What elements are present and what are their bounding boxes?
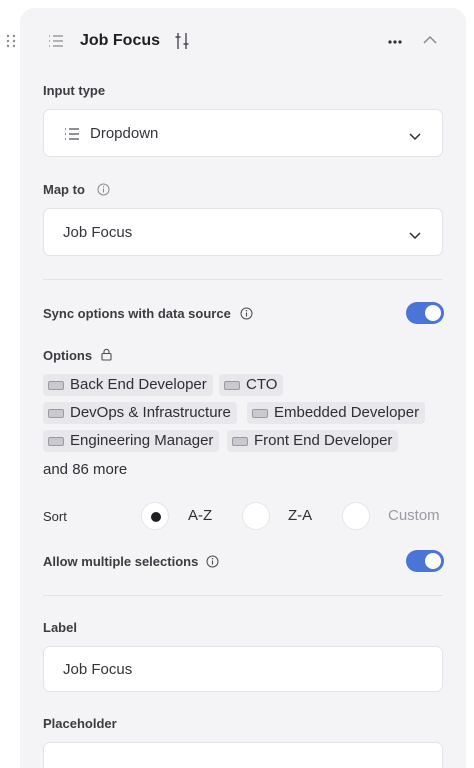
sort-option-label: A-Z (188, 507, 213, 524)
options-label: Options (43, 348, 93, 363)
toggle-knob (425, 305, 441, 321)
more-horizontal-icon[interactable] (386, 35, 404, 47)
list-icon (48, 34, 64, 48)
panel-title: Job Focus (80, 32, 161, 49)
label-input-value: Job Focus (63, 661, 133, 678)
lock-icon (100, 348, 113, 361)
keyboard-icon (252, 408, 268, 418)
keyboard-icon (224, 380, 240, 390)
input-type-value: Dropdown (90, 125, 159, 142)
chevron-down-icon (408, 128, 422, 141)
keyboard-icon (232, 436, 248, 446)
sort-label: Sort (43, 509, 67, 524)
keyboard-icon (48, 380, 64, 390)
tune-icon[interactable] (174, 32, 190, 50)
info-icon[interactable] (97, 183, 110, 196)
sync-options-label: Sync options with data source (43, 306, 231, 321)
info-icon[interactable] (240, 307, 253, 320)
sort-option-label: Custom (388, 507, 440, 524)
placeholder-input[interactable] (43, 742, 443, 768)
sort-radio-za[interactable] (242, 502, 270, 530)
list-icon (64, 127, 80, 141)
keyboard-icon (48, 408, 64, 418)
option-chip: Back End Developer (43, 374, 213, 396)
radio-selected-dot (151, 512, 161, 522)
sort-option-label: Z-A (288, 507, 313, 524)
map-to-label: Map to (43, 182, 85, 197)
option-chip: Front End Developer (227, 430, 399, 452)
keyboard-icon (48, 436, 64, 446)
allow-multiple-label: Allow multiple selections (43, 554, 199, 569)
option-chip: CTO (219, 374, 284, 396)
more-options-link[interactable]: and 86 more (43, 460, 127, 480)
divider (43, 279, 443, 280)
option-chip: Engineering Manager (43, 430, 220, 452)
sort-radio-custom[interactable] (342, 502, 370, 530)
toggle-knob (425, 553, 441, 569)
label-input[interactable]: Job Focus (43, 646, 443, 692)
allow-multiple-toggle[interactable] (406, 550, 444, 572)
option-chip: Embedded Developer (247, 402, 426, 424)
label-field-label: Label (43, 620, 77, 635)
drag-handle-icon[interactable] (6, 34, 16, 48)
sort-radio-az[interactable] (141, 502, 169, 530)
map-to-value: Job Focus (63, 224, 133, 241)
option-chip: DevOps & Infrastructure (43, 402, 237, 424)
chevron-down-icon (408, 227, 422, 240)
map-to-select[interactable]: Job Focus (43, 208, 443, 256)
input-type-label: Input type (43, 83, 106, 98)
input-type-select[interactable]: Dropdown (43, 109, 443, 157)
info-icon[interactable] (206, 555, 219, 568)
field-settings-panel: Job Focus Input type Dropdown Map to Job… (20, 8, 466, 768)
placeholder-field-label: Placeholder (43, 716, 117, 731)
sync-options-toggle[interactable] (406, 302, 444, 324)
panel-header: Job Focus (20, 8, 466, 76)
divider (43, 595, 443, 596)
chevron-up-icon[interactable] (421, 32, 439, 48)
